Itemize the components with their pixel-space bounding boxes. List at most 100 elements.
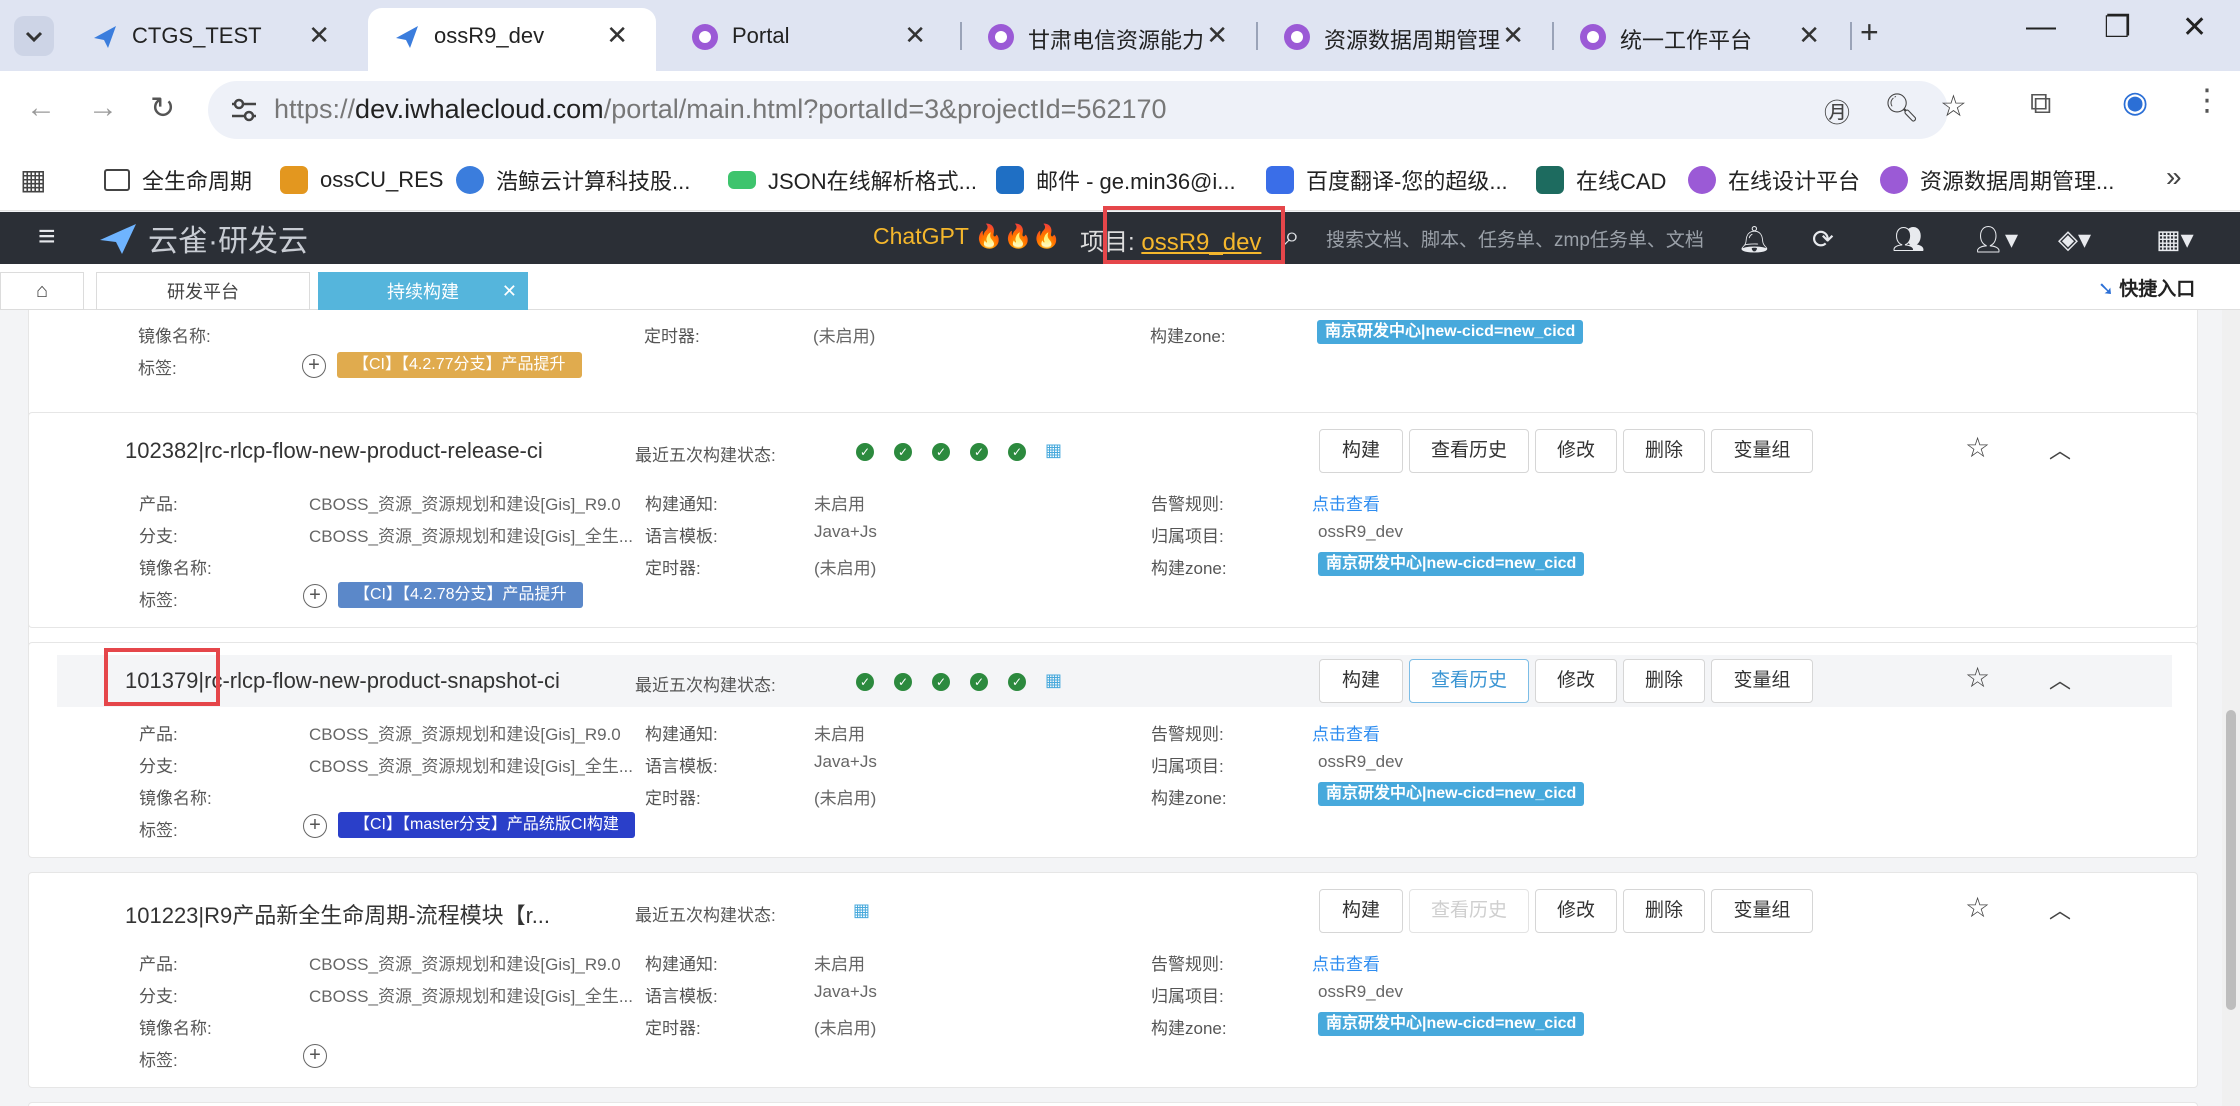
view-history-button[interactable]: 查看历史 <box>1409 659 1529 703</box>
page-scrollbar[interactable] <box>2222 310 2240 1106</box>
hamburger-menu-icon[interactable]: ≡ <box>38 220 56 254</box>
bell-icon[interactable]: 🔔︎ <box>1738 224 1771 255</box>
close-icon[interactable]: ✕ <box>606 20 628 51</box>
browser-tab-gansu[interactable]: 甘肃电信资源能力 ✕ <box>962 8 1256 64</box>
bookmark-item[interactable]: JSON在线解析格式... <box>728 163 977 197</box>
tab-search-button[interactable] <box>14 16 54 56</box>
scrollbar-thumb[interactable] <box>2226 710 2236 1010</box>
bookmark-item[interactable]: 在线设计平台 <box>1688 163 1860 197</box>
add-tag-icon[interactable]: + <box>303 1044 327 1068</box>
bookmark-item[interactable]: 邮件 - ge.min36@i... <box>996 163 1236 197</box>
refresh-icon[interactable]: ⟳ <box>1812 224 1834 255</box>
bookmark-item[interactable]: 百度翻译-您的超级... <box>1266 163 1508 197</box>
close-icon[interactable]: ✕ <box>904 20 926 51</box>
add-tag-icon[interactable]: + <box>303 814 327 838</box>
browser-tab-resource[interactable]: 资源数据周期管理 ✕ <box>1258 8 1552 64</box>
collapse-chevron-icon[interactable]: ︿ <box>2049 433 2071 465</box>
browser-tab-portal[interactable]: Portal ✕ <box>666 8 954 64</box>
window-close-icon[interactable]: ✕ <box>2182 10 2207 45</box>
bookmark-item[interactable]: 资源数据周期管理... <box>1880 163 2114 197</box>
star-icon[interactable]: ☆ <box>1965 431 1990 464</box>
profile-icon[interactable]: ◉ <box>2122 85 2148 120</box>
zoom-icon[interactable]: 🔍︎ <box>1884 91 1920 124</box>
reload-icon[interactable]: ↻ <box>150 91 175 126</box>
tab-home[interactable]: ⌂ <box>0 272 84 310</box>
app-logo[interactable]: 云雀·研发云 <box>98 218 308 258</box>
quick-entry-link[interactable]: ➘ 快捷入口 <box>2098 274 2195 301</box>
calendar-icon[interactable]: ▦ <box>853 900 870 921</box>
delete-button[interactable]: 删除 <box>1623 889 1705 933</box>
layers-dropdown-icon[interactable]: ◈▾ <box>2058 224 2091 255</box>
tab-separator <box>1850 22 1852 50</box>
browser-tab-ossr9[interactable]: ossR9_dev ✕ <box>368 8 656 71</box>
build-job-card: 101379|rc-rlcp-flow-new-product-snapshot… <box>28 642 2198 858</box>
delete-button[interactable]: 删除 <box>1623 429 1705 473</box>
site-settings-icon[interactable] <box>230 97 258 123</box>
job-title[interactable]: 101223|R9产品新全生命周期-流程模块【r... <box>125 898 550 930</box>
menu-kebab-icon[interactable]: ⋮ <box>2192 83 2222 118</box>
calendar-icon[interactable]: ▦ <box>1045 440 1062 461</box>
success-check-icon: ✓ <box>970 443 988 461</box>
new-tab-plus-icon[interactable]: + <box>1860 14 1879 51</box>
edit-button[interactable]: 修改 <box>1535 429 1617 473</box>
close-icon[interactable]: ✕ <box>1206 20 1228 51</box>
restore-icon[interactable]: ❐ <box>2104 10 2131 45</box>
bookmark-item[interactable]: ossCU_RES <box>280 163 443 197</box>
timer-label: 定时器: <box>645 1019 701 1038</box>
bookmark-item[interactable]: 在线CAD <box>1536 163 1666 197</box>
apps-grid-dropdown-icon[interactable]: ▦▾ <box>2156 224 2194 255</box>
add-tag-icon[interactable]: + <box>303 584 327 608</box>
fire-icon: 🔥🔥🔥 <box>974 223 1061 249</box>
delete-button[interactable]: 删除 <box>1623 659 1705 703</box>
browser-tab-unified[interactable]: 统一工作平台 ✕ <box>1554 8 1848 64</box>
job-title[interactable]: 102382|rc-rlcp-flow-new-product-release-… <box>125 438 543 464</box>
edit-button[interactable]: 修改 <box>1535 659 1617 703</box>
close-icon[interactable]: ✕ <box>502 281 517 302</box>
browser-tab-ctgs[interactable]: CTGS_TEST ✕ <box>66 8 358 64</box>
search-icon[interactable]: ⌕ <box>1284 220 1300 253</box>
bookmark-item[interactable]: 全生命周期 <box>104 163 252 197</box>
build-button[interactable]: 构建 <box>1319 659 1403 703</box>
build-button[interactable]: 构建 <box>1319 429 1403 473</box>
forward-arrow-icon[interactable]: → <box>88 91 118 125</box>
translate-page-icon[interactable]: ㊊ <box>1824 93 1850 130</box>
apps-grid-icon[interactable]: ▦ <box>20 163 46 196</box>
alert-link[interactable]: 点击查看 <box>1312 720 1380 745</box>
bookmark-star-icon[interactable]: ☆ <box>1940 89 1967 124</box>
success-check-icon: ✓ <box>894 443 912 461</box>
calendar-icon[interactable]: ▦ <box>1045 670 1062 691</box>
url-text[interactable]: https://dev.iwhalecloud.com/portal/main.… <box>274 94 1167 125</box>
add-tag-icon[interactable]: + <box>302 354 326 378</box>
close-icon[interactable]: ✕ <box>1798 20 1820 51</box>
back-arrow-icon[interactable]: ← <box>26 91 56 125</box>
view-history-button[interactable]: 查看历史 <box>1409 429 1529 473</box>
view-history-button[interactable]: 查看历史 <box>1409 889 1529 933</box>
alert-link[interactable]: 点击查看 <box>1312 950 1380 975</box>
collapse-chevron-icon[interactable]: ︿ <box>2049 893 2071 925</box>
minimize-icon[interactable]: — <box>2026 10 2056 44</box>
extensions-icon[interactable]: ⧉ <box>2030 87 2051 121</box>
close-icon[interactable]: ✕ <box>308 20 330 51</box>
global-search-input[interactable]: 搜索文档、脚本、任务单、zmp任务单、文档 <box>1326 225 1704 252</box>
more-bookmarks-chevron-icon[interactable]: » <box>2166 161 2182 193</box>
variable-group-button[interactable]: 变量组 <box>1711 429 1813 473</box>
variable-group-button[interactable]: 变量组 <box>1711 659 1813 703</box>
image-label: 镜像名称: <box>138 327 211 346</box>
tab-continuous-build[interactable]: 持续构建 ✕ <box>318 272 528 310</box>
chatgpt-link[interactable]: ChatGPT 🔥🔥🔥 <box>873 223 1061 250</box>
alert-link[interactable]: 点击查看 <box>1312 490 1380 515</box>
star-icon[interactable]: ☆ <box>1965 661 1990 694</box>
user-dropdown-icon[interactable]: 👤︎▾ <box>1972 224 2018 255</box>
timer-value: (未启用) <box>813 327 876 346</box>
variable-group-button[interactable]: 变量组 <box>1711 889 1813 933</box>
edit-button[interactable]: 修改 <box>1535 889 1617 933</box>
address-bar[interactable]: https://dev.iwhalecloud.com/portal/main.… <box>208 81 1967 139</box>
build-button[interactable]: 构建 <box>1319 889 1403 933</box>
users-icon[interactable]: 👥︎ <box>1892 224 1925 255</box>
collapse-chevron-icon[interactable]: ︿ <box>2049 663 2071 695</box>
tab-dev-platform[interactable]: 研发平台 <box>96 272 310 310</box>
bookmark-item[interactable]: 浩鲸云计算科技股... <box>456 163 690 197</box>
product-value: CBOSS_资源_资源规划和建设[Gis]_R9.0 <box>309 495 621 514</box>
close-icon[interactable]: ✕ <box>1502 20 1524 51</box>
star-icon[interactable]: ☆ <box>1965 891 1990 924</box>
